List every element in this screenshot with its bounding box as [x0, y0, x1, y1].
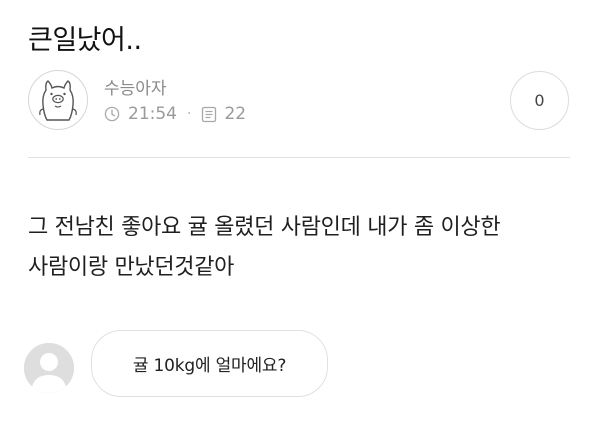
post-title: 큰일났어.. [28, 25, 142, 56]
commenter-avatar[interactable] [24, 343, 74, 393]
post-time: 21:54 [128, 104, 177, 124]
view-count: 22 [224, 104, 247, 124]
pig-character-icon [39, 80, 77, 121]
post-body-line: 사람이랑 만났던것같아 [28, 255, 235, 280]
post-body-line: 그 전남친 좋아요 귤 올렸던 사람인데 내가 좀 이상한 [28, 215, 501, 240]
author-name[interactable]: 수능아자 [104, 74, 167, 99]
post-body: 그 전남친 좋아요 귤 올렸던 사람인데 내가 좀 이상한 사람이랑 만났던것같… [28, 208, 573, 288]
like-count: 0 [534, 91, 545, 110]
clock-icon [104, 106, 120, 122]
meta-separator: · [187, 106, 192, 122]
like-button[interactable]: 0 [510, 71, 569, 130]
document-icon [201, 106, 217, 123]
comment-text: 귤 10kg에 얼마에요? [132, 356, 287, 376]
post-meta: 21:54 · 22 [104, 104, 246, 124]
divider [28, 157, 570, 158]
author-avatar[interactable] [28, 70, 88, 130]
comment-bubble[interactable]: 귤 10kg에 얼마에요? [91, 330, 328, 397]
post-page: 큰일났어.. 수능아자 21:54 · 22 0 그 전남친 좋아요 귤 올렸던… [0, 0, 600, 428]
default-user-icon [24, 343, 74, 393]
